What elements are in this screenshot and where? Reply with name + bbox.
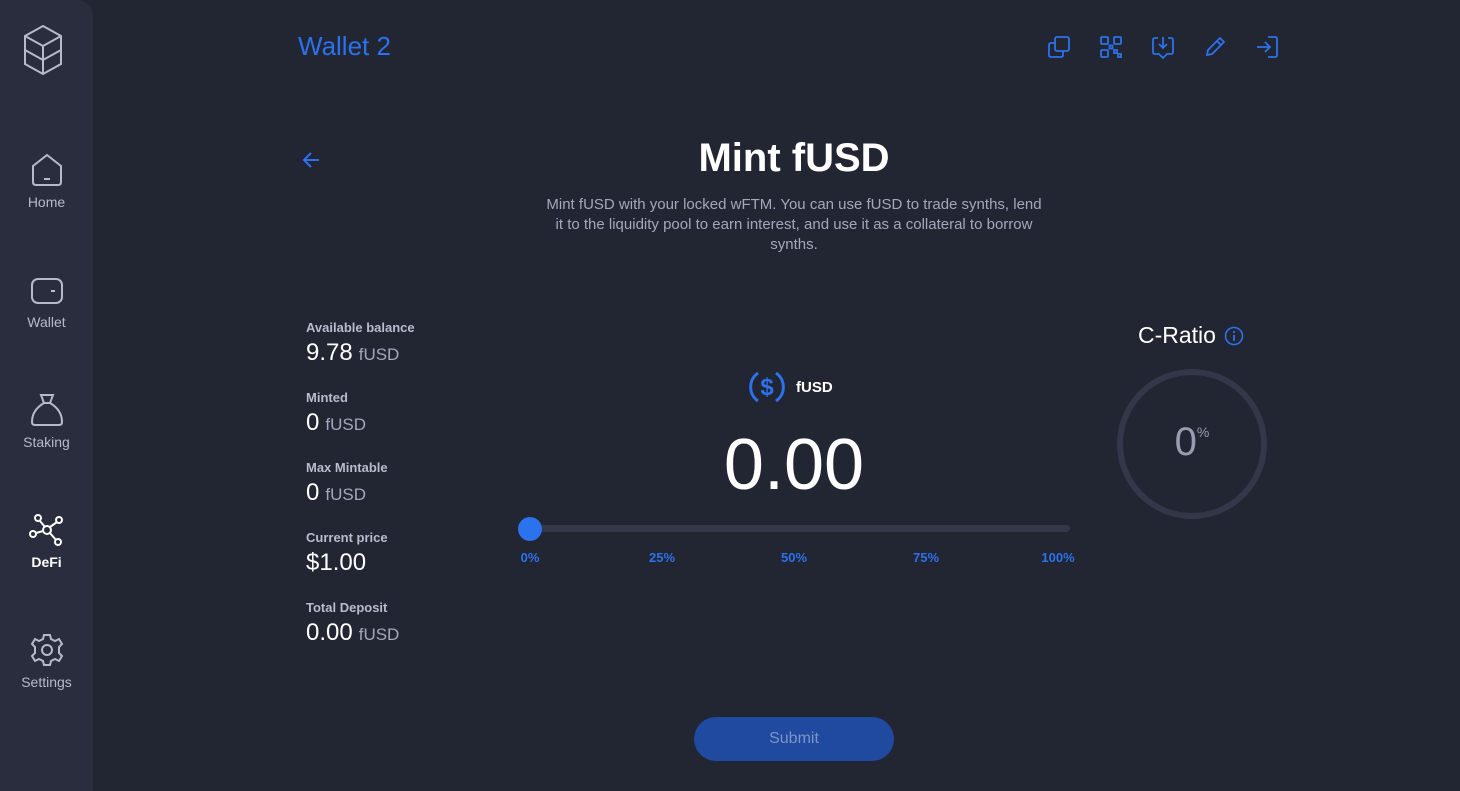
stat-number: 0.00 [306,619,353,646]
slider-mark-50[interactable]: 50% [781,550,807,565]
sidebar-item-label: Home [27,194,66,210]
stat-number: 0 [306,479,320,506]
app-root: Home Wallet Staking DeFi Settings Wallet… [0,0,1460,791]
sidebar-item-label: DeFi [31,554,62,570]
stat-unit: fUSD [358,625,400,644]
stat-max-mintable: Max Mintable 0 fUSD [306,460,415,530]
download-icon[interactable] [1150,34,1176,60]
edit-icon[interactable] [1202,34,1228,60]
sidebar-item-label: Wallet [27,314,66,330]
token-name: fUSD [796,378,833,396]
staking-bag-icon [30,394,63,426]
mint-amount-display[interactable]: 0.00 [594,424,994,506]
mint-slider-thumb[interactable] [518,517,542,541]
stat-number: 9.78 [306,339,353,366]
token-selector: $ fUSD [746,366,833,408]
stat-number: $1.00 [306,549,367,576]
stat-number: 0 [306,409,320,436]
copy-icon[interactable] [1046,34,1072,60]
slider-mark-75[interactable]: 75% [913,550,939,565]
gear-icon [30,634,63,666]
stat-total-deposit: Total Deposit 0.00 fUSD [306,600,415,670]
slider-mark-25[interactable]: 25% [649,550,675,565]
slider-mark-100[interactable]: 100% [1041,550,1074,565]
defi-network-icon [28,514,63,546]
sidebar-item-staking[interactable]: Staking [0,392,93,472]
mint-slider-track[interactable] [518,517,1070,541]
stat-value: $1.00 [306,549,415,577]
stat-unit: fUSD [325,415,366,434]
sidebar-item-label: Settings [21,674,72,690]
stat-value: 0 fUSD [306,479,415,507]
stat-value: 0 fUSD [306,409,415,437]
svg-text:$: $ [760,374,774,401]
qr-code-icon[interactable] [1098,34,1124,60]
logout-icon[interactable] [1254,34,1280,60]
page-description: Mint fUSD with your locked wFTM. You can… [546,196,1042,253]
sidebar-item-settings[interactable]: Settings [0,632,93,712]
stat-label: Minted [306,390,348,405]
wallet-icon [30,278,63,304]
cratio-title-text: C-Ratio [1138,322,1216,348]
cratio-value: 0% [1115,420,1269,465]
stat-value: 0.00 fUSD [306,619,415,647]
back-arrow-icon[interactable] [300,148,324,172]
submit-button[interactable]: Submit [694,717,894,761]
cratio-title: C-Ratio [1138,322,1244,349]
info-icon[interactable] [1224,326,1244,346]
stat-label: Total Deposit [306,600,388,615]
stat-label: Available balance [306,320,415,335]
cratio-number: 0 [1174,420,1197,464]
sidebar-item-home[interactable]: Home [0,152,93,232]
stat-available-balance: Available balance 9.78 fUSD [306,320,415,390]
sidebar: Home Wallet Staking DeFi Settings [0,0,93,791]
fusd-coin-icon: $ [749,371,785,403]
sidebar-item-label: Staking [23,434,70,450]
page-title: Mint fUSD [698,136,890,180]
slider-marks: 0% 25% 50% 75% 100% [520,550,1075,566]
stat-unit: fUSD [358,345,400,364]
sidebar-item-defi[interactable]: DeFi [0,512,93,592]
stat-label: Max Mintable [306,460,388,475]
stat-minted: Minted 0 fUSD [306,390,415,460]
stat-unit: fUSD [325,485,366,504]
home-icon [31,153,62,186]
header-toolbar [1046,34,1306,60]
stat-label: Current price [306,530,388,545]
stats-panel: Available balance 9.78 fUSD Minted 0 fUSD … [306,320,415,670]
slider-mark-0[interactable]: 0% [521,550,540,565]
cratio-unit: % [1196,424,1210,440]
stat-value: 9.78 fUSD [306,339,415,367]
wallet-title[interactable]: Wallet 2 [298,31,391,62]
sidebar-item-wallet[interactable]: Wallet [0,272,93,352]
stat-current-price: Current price $1.00 [306,530,415,600]
fantom-logo-icon[interactable] [22,24,64,76]
